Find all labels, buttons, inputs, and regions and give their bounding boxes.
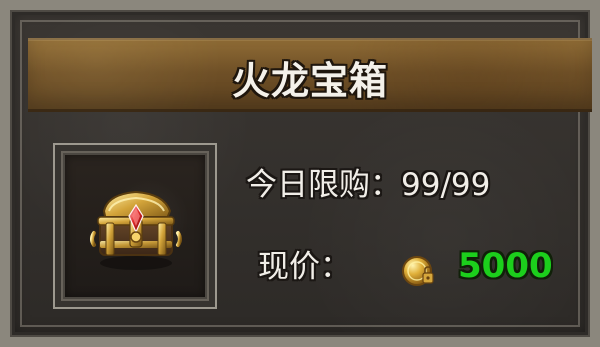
gold-coin-icon (402, 256, 434, 286)
daily-purchase-limit: 今日限购：99/99 (246, 167, 491, 203)
price-value: 5000 (458, 246, 553, 286)
item-frame (53, 143, 217, 309)
panel-title: 火龙宝箱 (231, 59, 388, 103)
item-preview (65, 155, 205, 297)
current-price-label: 现价： (258, 249, 351, 285)
fire-dragon-chest-panel: 火龙宝箱 今日限购：99/99 现价： 5000 (0, 0, 600, 347)
treasure-chest-icon (90, 190, 182, 270)
title-bar: 火龙宝箱 (28, 38, 592, 112)
